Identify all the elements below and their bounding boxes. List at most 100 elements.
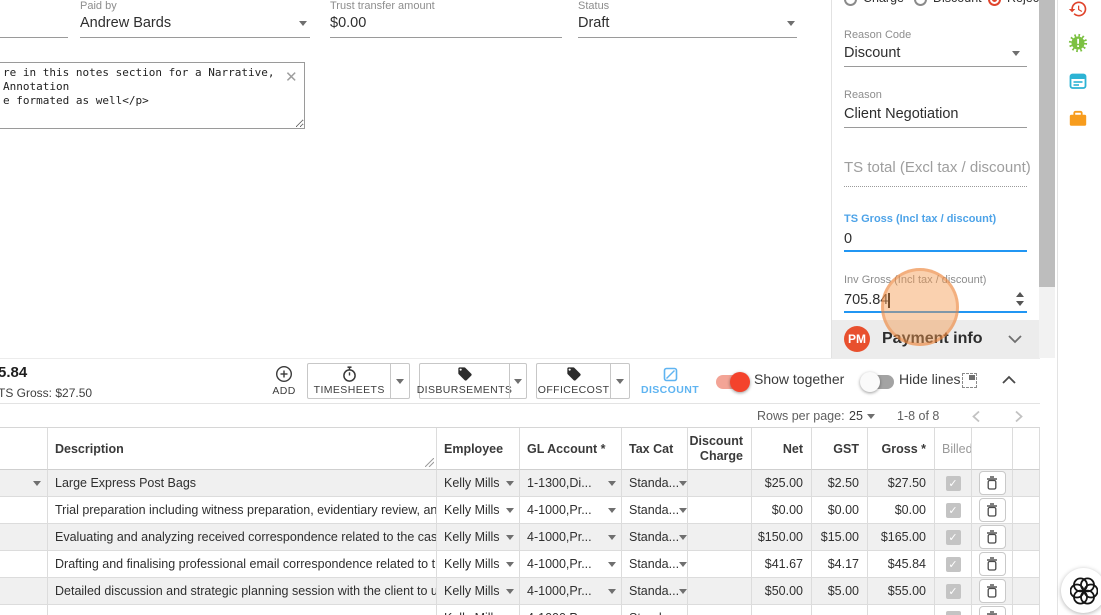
gl-account-select[interactable]: 4-1000,Pr... <box>520 524 622 551</box>
history-icon[interactable] <box>1068 0 1088 19</box>
tax-cat-select[interactable]: Standa... <box>622 605 688 615</box>
description-cell[interactable] <box>48 605 437 615</box>
chevron-down-icon[interactable] <box>867 414 875 419</box>
chevron-down-icon[interactable] <box>1012 51 1020 56</box>
radio-reject[interactable] <box>988 0 1001 6</box>
trust-transfer-input[interactable]: $0.00 <box>330 15 366 31</box>
rows-per-page-select[interactable]: 25 <box>849 409 863 423</box>
timesheets-dropdown-button[interactable] <box>390 364 409 398</box>
net-cell[interactable] <box>752 605 812 615</box>
gross-cell[interactable]: $0.00 <box>868 497 935 524</box>
delete-row-button[interactable] <box>978 525 1006 549</box>
officecost-button[interactable]: OFFICECOST <box>537 364 610 398</box>
gst-cell[interactable]: $2.50 <box>812 470 868 497</box>
net-cell[interactable]: $150.00 <box>752 524 812 551</box>
tax-cat-select[interactable]: Standa... <box>622 578 688 605</box>
disbursements-dropdown-button[interactable] <box>509 364 526 398</box>
gl-account-select[interactable]: 4-1000,Pr... <box>520 605 622 615</box>
net-cell[interactable]: $0.00 <box>752 497 812 524</box>
discount-charge-cell[interactable] <box>688 578 752 605</box>
net-cell[interactable]: $25.00 <box>752 470 812 497</box>
employee-select[interactable]: Kelly Mills <box>437 578 520 605</box>
select-region-icon[interactable] <box>962 373 977 388</box>
discount-charge-cell[interactable] <box>688 551 752 578</box>
reason-code-select[interactable]: Discount <box>844 45 900 61</box>
officecost-dropdown-button[interactable] <box>610 364 629 398</box>
employee-select[interactable]: Kelly Mills <box>437 497 520 524</box>
collapse-chevron-up-icon[interactable] <box>1001 375 1017 385</box>
chevron-down-icon[interactable] <box>1008 335 1022 344</box>
gst-cell[interactable]: $0.00 <box>812 497 868 524</box>
ts-total-placeholder[interactable]: TS total (Excl tax / discount) <box>844 159 1031 176</box>
timesheets-button[interactable]: TIMESHEETS <box>308 364 390 398</box>
gross-cell[interactable] <box>868 605 935 615</box>
gst-cell[interactable]: $4.17 <box>812 551 868 578</box>
alert-badge-icon[interactable] <box>1068 33 1088 53</box>
billed-checkbox[interactable]: ✓ <box>945 610 961 615</box>
close-icon[interactable]: ✕ <box>285 68 298 86</box>
net-cell[interactable]: $41.67 <box>752 551 812 578</box>
tax-cat-select[interactable]: Standa... <box>622 470 688 497</box>
billed-checkbox[interactable]: ✓ <box>945 529 961 545</box>
gst-cell[interactable] <box>812 605 868 615</box>
tax-cat-select[interactable]: Standa... <box>622 524 688 551</box>
delete-row-button[interactable] <box>978 552 1006 576</box>
gross-cell[interactable]: $27.50 <box>868 470 935 497</box>
ts-gross-input[interactable]: 0 <box>844 231 852 247</box>
discount-charge-cell[interactable] <box>688 497 752 524</box>
gross-cell[interactable]: $45.84 <box>868 551 935 578</box>
type-cell[interactable] <box>0 497 48 524</box>
gl-account-select[interactable]: 1-1300,Di... <box>520 470 622 497</box>
chevron-down-icon[interactable] <box>299 21 307 26</box>
delete-row-button[interactable] <box>978 579 1006 603</box>
calendar-icon[interactable] <box>1068 71 1088 91</box>
gl-account-select[interactable]: 4-1000,Pr... <box>520 578 622 605</box>
billed-checkbox[interactable]: ✓ <box>945 502 961 518</box>
employee-select[interactable]: Kelly Mills <box>437 524 520 551</box>
description-cell[interactable]: Detailed discussion and strategic planni… <box>48 578 437 605</box>
employee-select[interactable]: Kelly Mills <box>437 551 520 578</box>
description-cell[interactable]: Large Express Post Bags <box>48 470 437 497</box>
billed-checkbox[interactable]: ✓ <box>945 583 961 599</box>
type-cell[interactable] <box>0 551 48 578</box>
description-cell[interactable]: Drafting and finalising professional ema… <box>48 551 437 578</box>
next-page-icon[interactable] <box>1014 410 1024 423</box>
type-cell[interactable] <box>0 605 48 615</box>
tax-cat-select[interactable]: Standa... <box>622 551 688 578</box>
description-cell[interactable]: Trial preparation including witness prep… <box>48 497 437 524</box>
billed-checkbox[interactable]: ✓ <box>945 556 961 572</box>
type-select[interactable] <box>0 470 48 497</box>
gross-cell[interactable]: $165.00 <box>868 524 935 551</box>
delete-row-button[interactable] <box>978 498 1006 522</box>
paid-by-select[interactable]: Andrew Bards <box>80 15 171 31</box>
floating-ring-button[interactable] <box>1061 568 1101 613</box>
discount-charge-cell[interactable] <box>688 524 752 551</box>
add-button[interactable]: ADD <box>263 363 305 399</box>
radio-discount[interactable] <box>914 0 927 6</box>
spinner-up-icon[interactable] <box>1016 292 1024 297</box>
discount-charge-cell[interactable] <box>688 470 752 497</box>
net-cell[interactable]: $50.00 <box>752 578 812 605</box>
hide-lines-toggle[interactable] <box>860 372 894 392</box>
type-cell[interactable] <box>0 524 48 551</box>
radio-charge[interactable] <box>844 0 857 6</box>
gl-account-select[interactable]: 4-1000,Pr... <box>520 551 622 578</box>
reason-input[interactable]: Client Negotiation <box>844 106 958 122</box>
gl-account-select[interactable]: 4-1000,Pr... <box>520 497 622 524</box>
type-cell[interactable] <box>0 578 48 605</box>
spinner-down-icon[interactable] <box>1016 301 1024 306</box>
gross-cell[interactable]: $55.00 <box>868 578 935 605</box>
gst-cell[interactable]: $15.00 <box>812 524 868 551</box>
discount-button[interactable]: DISCOUNT <box>637 363 703 399</box>
delete-row-button[interactable] <box>978 471 1006 495</box>
notes-textarea[interactable]: re in this notes section for a Narrative… <box>0 62 305 129</box>
description-cell[interactable]: Evaluating and analyzing received corres… <box>48 524 437 551</box>
billed-checkbox[interactable]: ✓ <box>945 475 961 491</box>
disbursements-button[interactable]: DISBURSEMENTS <box>417 364 512 398</box>
employee-select[interactable]: Kelly Mills <box>437 470 520 497</box>
tax-cat-select[interactable]: Standa... <box>622 497 688 524</box>
briefcase-icon[interactable] <box>1068 109 1088 129</box>
scrollbar-thumb[interactable] <box>1039 0 1055 287</box>
discount-charge-cell[interactable] <box>688 605 752 615</box>
gst-cell[interactable]: $5.00 <box>812 578 868 605</box>
